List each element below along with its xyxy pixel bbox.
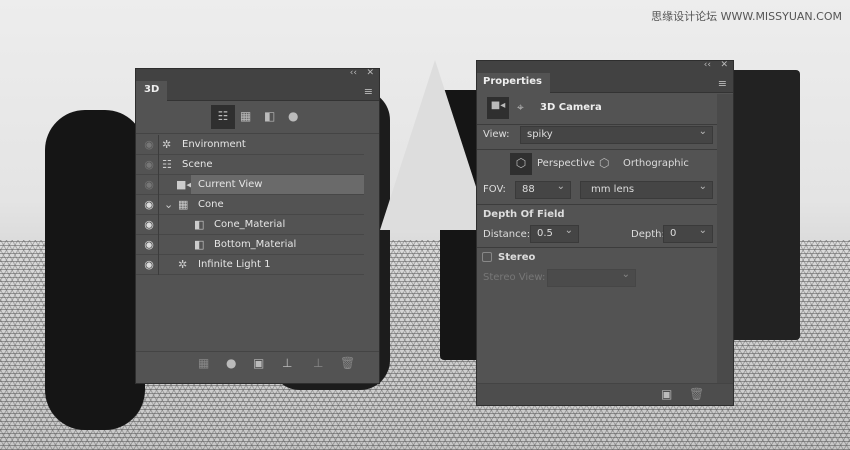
render-icon[interactable]: ▣ bbox=[253, 356, 264, 370]
panel-menu-icon[interactable]: ≡ bbox=[718, 77, 727, 90]
view-dropdown[interactable]: spiky bbox=[520, 126, 713, 144]
toggle-icon[interactable]: ⊥ bbox=[313, 356, 323, 370]
depth-label: Depth: bbox=[631, 229, 665, 240]
cone-object bbox=[380, 60, 490, 230]
tab-properties[interactable]: Properties bbox=[477, 73, 550, 93]
layer-cone-material[interactable]: ◉ ◧ Cone_Material bbox=[136, 215, 364, 235]
fov-label: FOV: bbox=[483, 184, 506, 195]
3d-panel: ‹‹ ✕ 3D ≡ ☷ ▦ ◧ ● ◉ ✲ Environment ◉ ☷ Scene ◉ ■… bbox=[135, 68, 380, 384]
stereo-label: Stereo bbox=[498, 252, 536, 263]
mesh-filter-icon[interactable]: ▦ bbox=[240, 109, 251, 123]
fov-unit: mm lens bbox=[591, 184, 635, 195]
layer-scene[interactable]: ◉ ☷ Scene bbox=[136, 155, 364, 175]
collapse-button[interactable]: ‹‹ bbox=[350, 68, 357, 78]
camera-icon: ■◂ bbox=[176, 178, 192, 191]
stereo-view-dropdown bbox=[547, 269, 636, 287]
light-icon: ✲ bbox=[178, 258, 188, 271]
scene-icon: ☷ bbox=[162, 158, 172, 171]
fov-unit-dropdown[interactable]: mm lens bbox=[580, 181, 713, 199]
layer-cone[interactable]: ◉ ⌄ ▦ Cone bbox=[136, 195, 364, 215]
drop-to-ground-icon[interactable]: ⊥ bbox=[282, 356, 292, 370]
orthographic-icon[interactable]: ⬡ bbox=[599, 156, 609, 170]
eye-icon[interactable]: ◉ bbox=[141, 238, 157, 251]
layer-current-view[interactable]: ◉ ■◂ Current View bbox=[136, 175, 364, 195]
view-label: View: bbox=[483, 129, 510, 140]
perspective-button[interactable]: Perspective bbox=[537, 158, 595, 169]
distance-value: 0.5 bbox=[537, 228, 553, 239]
fov-field[interactable]: 88 bbox=[515, 181, 571, 199]
close-button[interactable]: ✕ bbox=[366, 68, 374, 78]
layer-infinite-light[interactable]: ◉ ✲ Infinite Light 1 bbox=[136, 255, 364, 275]
distance-label: Distance: bbox=[483, 229, 531, 240]
material-icon: ◧ bbox=[194, 218, 205, 231]
delete-icon[interactable]: 🗑 bbox=[689, 387, 704, 401]
material-filter-icon[interactable]: ◧ bbox=[264, 109, 275, 123]
render-icon[interactable]: ▣ bbox=[661, 387, 672, 401]
panel-heading: 3D Camera bbox=[540, 102, 602, 113]
scene-filter-icon[interactable]: ☷ bbox=[211, 105, 235, 129]
layer-bottom-material[interactable]: ◉ ◧ Bottom_Material bbox=[136, 235, 364, 255]
layer-label: Current View bbox=[198, 179, 263, 190]
layer-label: Cone bbox=[198, 199, 224, 210]
delete-icon[interactable]: 🗑 bbox=[340, 356, 355, 370]
eye-icon[interactable]: ◉ bbox=[141, 258, 157, 271]
stereo-view-label: Stereo View: bbox=[483, 272, 546, 283]
layer-label: Scene bbox=[182, 159, 213, 170]
eye-icon[interactable]: ◉ bbox=[141, 138, 157, 151]
layer-label: Environment bbox=[182, 139, 246, 150]
view-value: spiky bbox=[527, 129, 553, 140]
eye-icon[interactable]: ◉ bbox=[141, 218, 157, 231]
camera-icon[interactable]: ■◂ bbox=[487, 97, 509, 119]
stereo-checkbox[interactable] bbox=[482, 252, 492, 262]
layer-label: Bottom_Material bbox=[214, 239, 297, 250]
eye-icon[interactable]: ◉ bbox=[141, 178, 157, 191]
collapse-button[interactable]: ‹‹ bbox=[704, 60, 711, 70]
eye-icon[interactable]: ◉ bbox=[141, 198, 157, 211]
depth-value: 0 bbox=[670, 228, 677, 239]
watermark: 思缘设计论坛 WWW.MISSYUAN.COM bbox=[651, 10, 842, 23]
environment-icon: ✲ bbox=[162, 138, 172, 151]
add-mesh-icon[interactable]: ▦ bbox=[198, 356, 209, 370]
eye-icon[interactable]: ◉ bbox=[141, 158, 157, 171]
perspective-icon[interactable]: ⬡ bbox=[510, 153, 532, 175]
properties-panel: ‹‹ ✕ Properties ≡ ■◂ ⌖ 3D Camera View: spi… bbox=[476, 60, 734, 406]
coordinates-icon[interactable]: ⌖ bbox=[517, 100, 524, 115]
chevron-down-icon[interactable]: ⌄ bbox=[164, 198, 173, 211]
distance-field[interactable]: 0.5 bbox=[530, 225, 579, 243]
layer-label: Cone_Material bbox=[214, 219, 286, 230]
tab-3d[interactable]: 3D bbox=[136, 81, 168, 101]
mesh-icon: ▦ bbox=[178, 198, 189, 211]
3d-letter bbox=[730, 70, 800, 340]
layer-environment[interactable]: ◉ ✲ Environment bbox=[136, 135, 364, 155]
3d-letter bbox=[45, 110, 145, 430]
scrollbar[interactable] bbox=[717, 94, 733, 383]
panel-menu-icon[interactable]: ≡ bbox=[364, 85, 373, 98]
close-button[interactable]: ✕ bbox=[720, 60, 728, 70]
depth-field[interactable]: 0 bbox=[663, 225, 713, 243]
fov-value: 88 bbox=[522, 184, 535, 195]
light-filter-icon[interactable]: ● bbox=[288, 109, 298, 123]
material-icon: ◧ bbox=[194, 238, 205, 251]
dof-heading: Depth Of Field bbox=[483, 209, 565, 220]
layer-label: Infinite Light 1 bbox=[198, 259, 271, 270]
orthographic-button[interactable]: Orthographic bbox=[623, 158, 689, 169]
add-light-icon[interactable]: ● bbox=[226, 356, 236, 370]
